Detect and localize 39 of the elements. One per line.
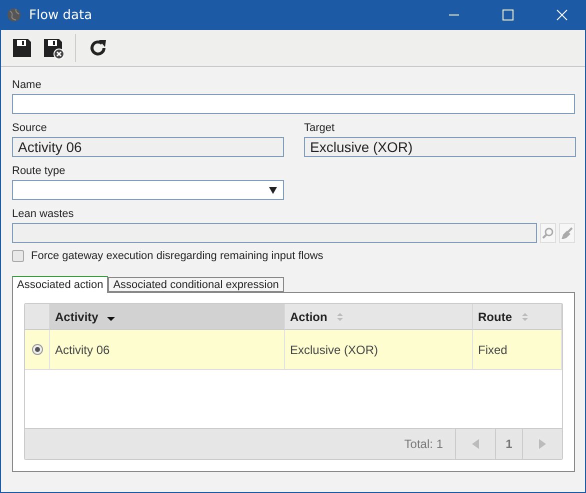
table-cell: Activity 06 <box>50 330 285 370</box>
force-gateway-checkbox[interactable] <box>12 250 24 262</box>
refresh-icon <box>88 38 108 58</box>
page-number[interactable]: 1 <box>495 429 522 459</box>
name-field[interactable] <box>12 94 575 114</box>
field-label: Lean wastes <box>12 207 75 222</box>
close-icon <box>556 9 568 21</box>
left-triangle-icon <box>472 439 479 449</box>
sort-icon <box>520 312 530 322</box>
save-close-icon <box>42 37 64 59</box>
field-label: Target <box>304 121 336 136</box>
globe-icon <box>7 8 21 22</box>
brush-icon <box>561 227 574 239</box>
column-header[interactable]: Activity <box>50 304 285 330</box>
total-count: Total: 1 <box>404 437 444 451</box>
clear-button[interactable] <box>559 223 575 243</box>
right-triangle-icon <box>539 439 546 449</box>
sort-icon <box>335 312 346 322</box>
search-icon <box>542 227 554 239</box>
radio-button[interactable] <box>32 344 43 355</box>
save-icon <box>11 37 33 59</box>
window-title: Flow data <box>29 8 94 22</box>
field-label: Route type <box>12 164 66 179</box>
column-header[interactable]: Route <box>473 304 562 330</box>
table-cell: Exclusive (XOR) <box>285 330 473 370</box>
column-header[interactable]: Action <box>285 304 473 330</box>
checkbox-label: Force gateway execution disregarding remaining input flows <box>31 250 324 262</box>
field-label: Name <box>12 78 42 93</box>
target-field[interactable]: Exclusive (XOR) <box>304 137 576 157</box>
lean-wastes-field[interactable] <box>12 223 538 243</box>
source-field[interactable]: Activity 06 <box>12 137 284 157</box>
caret-icon <box>269 186 277 194</box>
tab[interactable]: Associated action <box>12 276 108 293</box>
search-button[interactable] <box>540 223 556 243</box>
maximize-icon <box>502 9 514 21</box>
field-label: Source <box>12 121 48 136</box>
route-type-dropdown[interactable] <box>12 180 284 200</box>
table-cell: Fixed <box>473 330 562 370</box>
tab[interactable]: Associated conditional expression <box>108 277 284 292</box>
